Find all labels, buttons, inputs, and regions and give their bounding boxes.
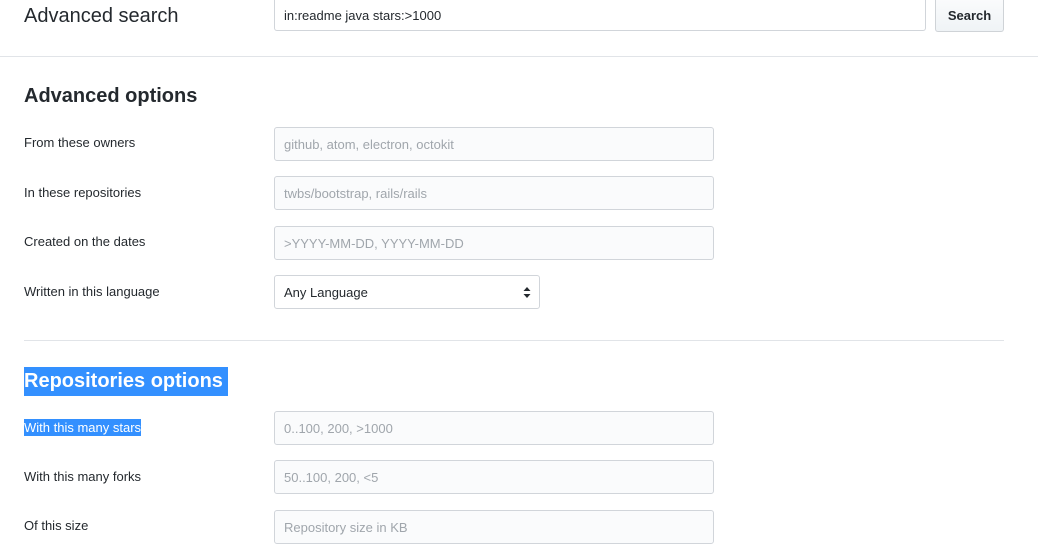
advanced-options-heading: Advanced options xyxy=(24,85,198,107)
select-updown-icon xyxy=(523,287,531,298)
owners-input[interactable] xyxy=(274,127,714,161)
created-dates-label: Created on the dates xyxy=(24,234,146,249)
search-button[interactable]: Search xyxy=(935,0,1004,32)
language-label: Written in this language xyxy=(24,284,160,299)
stars-input[interactable] xyxy=(274,411,714,445)
size-label: Of this size xyxy=(24,518,89,533)
stars-label: With this many stars xyxy=(24,419,142,436)
forks-label: With this many forks xyxy=(24,469,142,484)
owners-label: From these owners xyxy=(24,135,136,150)
repositories-label: In these repositories xyxy=(24,185,142,200)
page-title: Advanced search xyxy=(24,5,179,27)
language-select-value: Any Language xyxy=(284,284,368,300)
forks-input[interactable] xyxy=(274,460,714,494)
section-divider xyxy=(24,340,1004,341)
search-query-input[interactable] xyxy=(274,0,926,31)
language-select[interactable]: Any Language xyxy=(274,275,540,309)
size-input[interactable] xyxy=(274,510,714,544)
repositories-options-heading: Repositories options xyxy=(24,367,228,396)
created-dates-input[interactable] xyxy=(274,226,714,260)
repositories-input[interactable] xyxy=(274,176,714,210)
